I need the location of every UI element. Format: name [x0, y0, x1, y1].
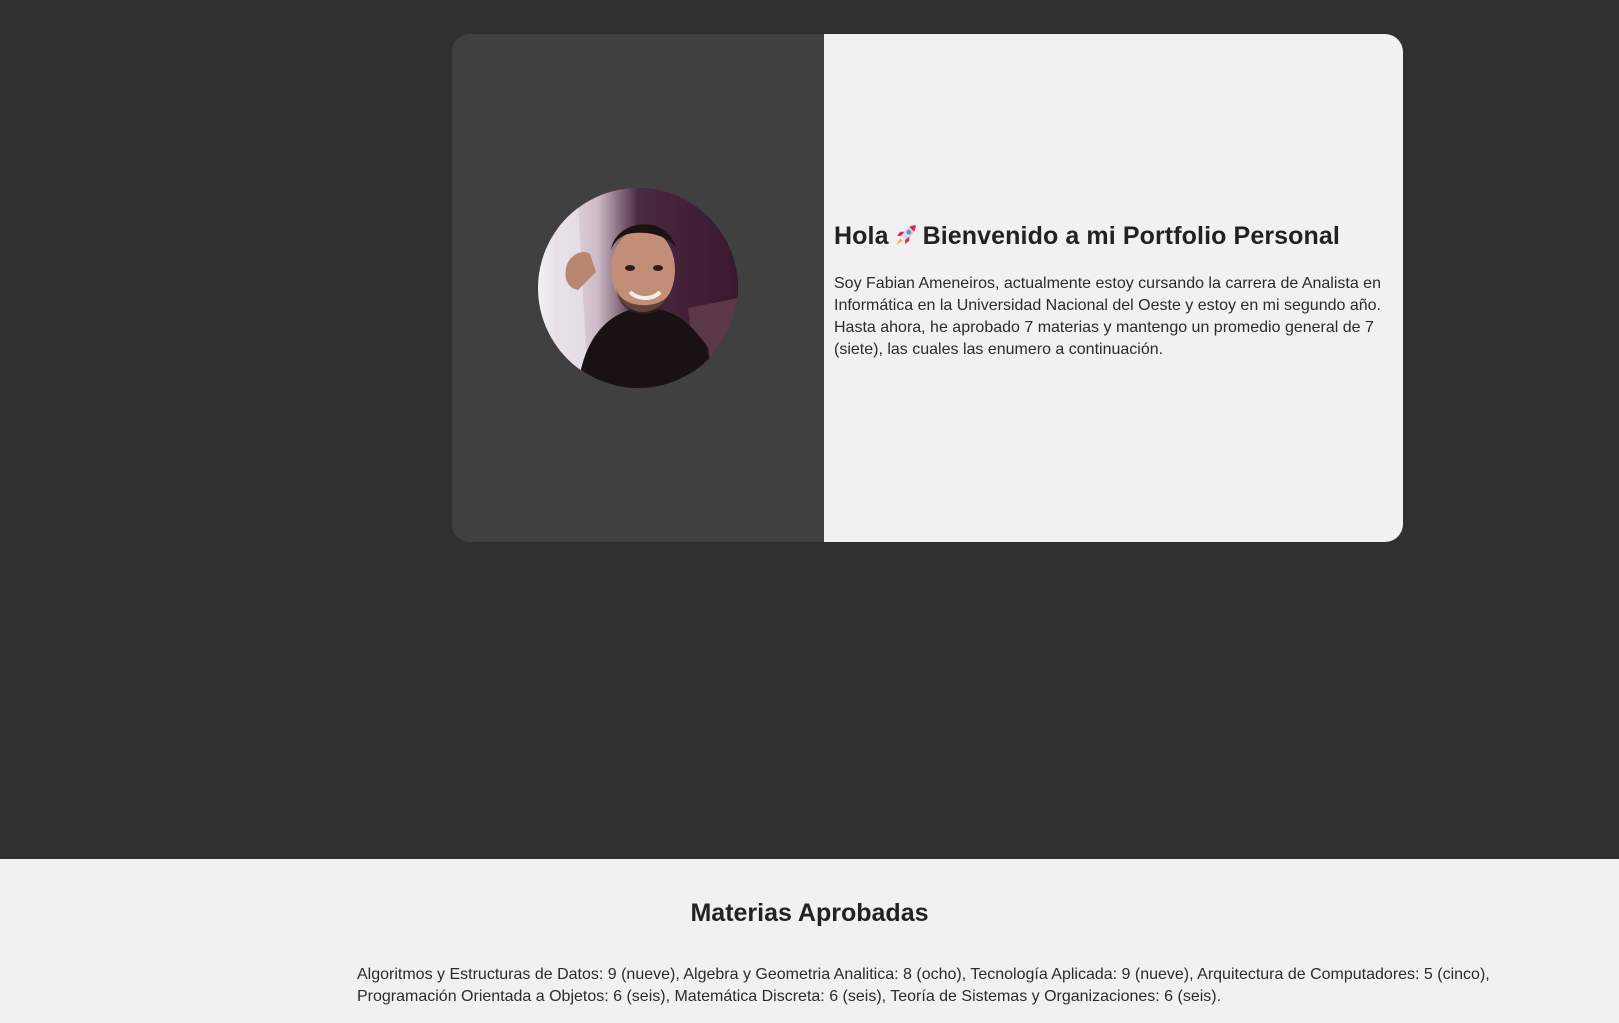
profile-photo-panel [452, 34, 824, 542]
profile-photo [538, 188, 738, 388]
subjects-list: Algoritmos y Estructuras de Datos: 9 (nu… [357, 966, 1490, 1005]
profile-avatar [538, 188, 738, 388]
profile-card: Hola Bienvenido a mi Portfolio Personal S… [452, 34, 1403, 542]
intro-block: Hola Bienvenido a mi Portfolio Personal S… [834, 222, 1394, 361]
subjects-heading: Materias Aprobadas [690, 899, 929, 927]
title-greeting: Hola [834, 222, 889, 250]
intro-panel: Hola Bienvenido a mi Portfolio Personal S… [824, 34, 1403, 542]
hero-section: Hola Bienvenido a mi Portfolio Personal S… [0, 0, 1619, 859]
page-title: Hola Bienvenido a mi Portfolio Personal [834, 222, 1394, 251]
approved-subjects-section: Materias Aprobadas Algoritmos y Estructu… [0, 859, 1619, 1023]
intro-paragraph: Soy Fabian Ameneiros, actualmente estoy … [834, 275, 1381, 358]
title-welcome: Bienvenido a mi Portfolio Personal [922, 222, 1340, 250]
rocket-icon [895, 225, 916, 245]
